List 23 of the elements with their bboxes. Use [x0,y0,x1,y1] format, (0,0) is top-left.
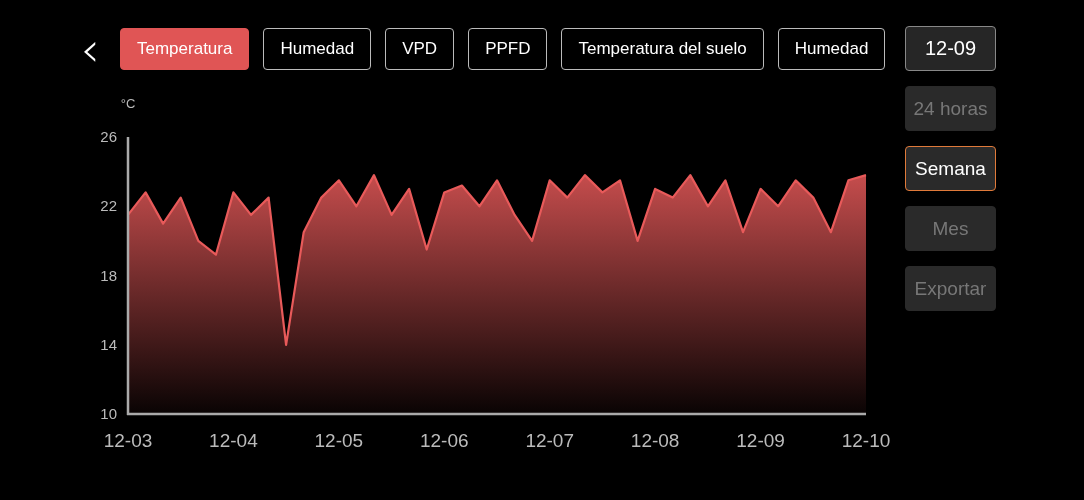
x-tick-label: 12-03 [103,430,153,451]
tab[interactable]: VPD [385,28,455,70]
x-tick-label: 12-08 [630,430,680,451]
unit-label: °C [120,96,136,111]
tab[interactable]: Temperatura [120,28,250,70]
tab[interactable]: PPFD [468,28,548,70]
x-tick-label: 12-09 [736,430,785,451]
date-button[interactable]: 12-09 [905,26,996,71]
tab[interactable]: Humedad [777,28,886,70]
x-tick-label: 12-04 [209,430,258,451]
y-tick-label: 14 [100,335,117,353]
x-tick-label: 12-10 [841,430,891,451]
x-tick-label: 12-07 [525,430,574,451]
y-tick-label: 26 [100,128,117,145]
y-tick-label: 18 [100,266,117,284]
x-tick-label: 12-06 [420,430,469,451]
range-button[interactable]: Semana [905,146,996,191]
tab[interactable]: Temperatura del suelo [561,28,764,70]
y-tick-label: 10 [100,405,117,422]
x-tick-label: 12-05 [314,430,364,451]
tab[interactable]: Humedad [263,28,372,70]
back-button[interactable]: ‹ [76,28,104,70]
y-tick-label: 22 [100,197,117,215]
